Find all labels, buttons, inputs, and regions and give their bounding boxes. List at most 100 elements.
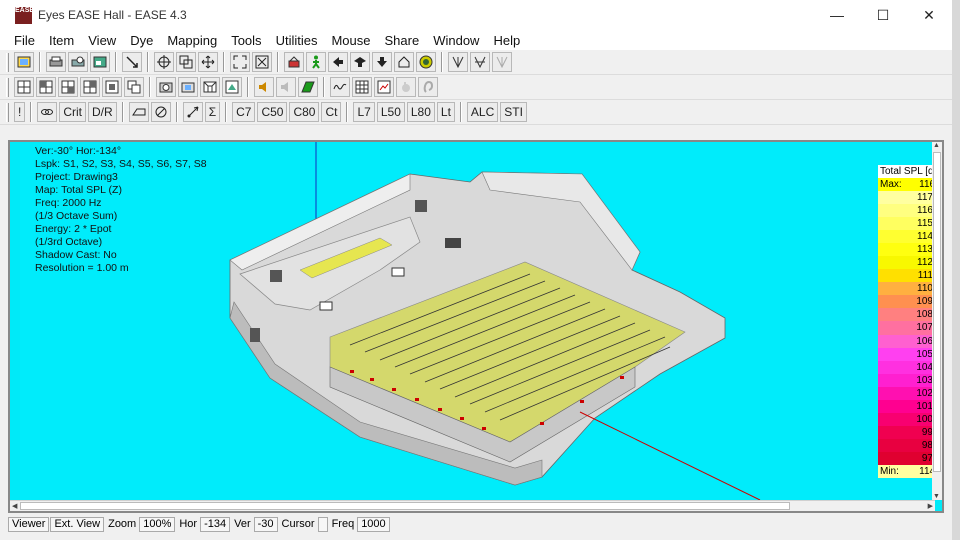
menu-tools[interactable]: Tools bbox=[224, 33, 268, 48]
camera-icon[interactable] bbox=[156, 77, 176, 97]
hand-icon[interactable] bbox=[396, 77, 416, 97]
l80-button[interactable]: L80 bbox=[406, 102, 435, 122]
speaker-s6-icon[interactable] bbox=[250, 328, 260, 342]
horizontal-scroll-thumb[interactable] bbox=[20, 502, 790, 510]
window-view-icon[interactable] bbox=[14, 52, 34, 72]
menu-share[interactable]: Share bbox=[378, 33, 427, 48]
alc-button[interactable]: ALC bbox=[466, 102, 499, 122]
toolbar-grip[interactable] bbox=[6, 52, 9, 72]
viewer-viewport[interactable]: Ver:-30° Hor:-134° Lspk: S1, S2, S3, S4,… bbox=[8, 140, 944, 513]
speaker-s5-icon[interactable] bbox=[270, 270, 282, 282]
disabled-circle-icon[interactable] bbox=[150, 102, 171, 122]
link-icon[interactable] bbox=[37, 102, 58, 122]
ray-disabled-icon[interactable] bbox=[492, 52, 512, 72]
room-view-icon[interactable] bbox=[200, 77, 220, 97]
view-grid-right-icon[interactable] bbox=[58, 77, 78, 97]
c7-button[interactable]: C7 bbox=[232, 102, 256, 122]
menu-item[interactable]: Item bbox=[42, 33, 81, 48]
speaker-s3-icon[interactable] bbox=[391, 267, 405, 277]
menu-mapping[interactable]: Mapping bbox=[160, 33, 224, 48]
ct-button[interactable]: Ct bbox=[321, 102, 342, 122]
view-info-panel: Ver:-30° Hor:-134° Lspk: S1, S2, S3, S4,… bbox=[35, 145, 207, 275]
ray-icon[interactable] bbox=[448, 52, 468, 72]
mapping-grid-icon[interactable] bbox=[352, 77, 372, 97]
speaker-disabled-icon[interactable] bbox=[276, 77, 296, 97]
window-controls: — ☐ ✕ bbox=[814, 0, 952, 30]
menu-view[interactable]: View bbox=[81, 33, 123, 48]
maximize-button[interactable]: ☐ bbox=[860, 0, 906, 30]
scroll-down-icon[interactable]: ▼ bbox=[933, 493, 940, 500]
hat-icon[interactable] bbox=[350, 52, 370, 72]
crit-button[interactable]: Crit bbox=[59, 102, 87, 122]
print-preview-icon[interactable] bbox=[68, 52, 88, 72]
alert-button[interactable]: ! bbox=[14, 102, 26, 122]
export-image-icon[interactable] bbox=[90, 52, 110, 72]
info-shadow-cast: Shadow Cast: No bbox=[35, 249, 117, 261]
arrow-down-icon[interactable] bbox=[372, 52, 392, 72]
vector-icon[interactable] bbox=[182, 102, 203, 122]
toolbar-grip[interactable] bbox=[6, 77, 9, 97]
zoom-fit-icon[interactable] bbox=[252, 52, 272, 72]
toolbar-grip[interactable] bbox=[6, 102, 9, 122]
sound-target-icon[interactable] bbox=[416, 52, 436, 72]
status-viewer[interactable]: Viewer bbox=[8, 516, 50, 532]
audience-icon[interactable] bbox=[284, 52, 304, 72]
render-canvas[interactable]: Ver:-30° Hor:-134° Lspk: S1, S2, S3, S4,… bbox=[20, 142, 942, 500]
menu-window[interactable]: Window bbox=[426, 33, 486, 48]
arrow-left-icon[interactable] bbox=[328, 52, 348, 72]
wave-icon[interactable] bbox=[330, 77, 350, 97]
menu-utilities[interactable]: Utilities bbox=[269, 33, 325, 48]
home-icon[interactable] bbox=[394, 52, 414, 72]
c80-button[interactable]: C80 bbox=[289, 102, 320, 122]
status-bar: Viewer Ext. View Zoom 100% Hor -134 Ver … bbox=[8, 516, 391, 532]
menu-dye[interactable]: Dye bbox=[123, 33, 160, 48]
zoom-extents-icon[interactable] bbox=[230, 52, 250, 72]
minimize-button[interactable]: — bbox=[814, 0, 860, 30]
ear-icon[interactable] bbox=[418, 77, 438, 97]
status-ver-label: Ver bbox=[234, 517, 251, 530]
scroll-right-icon[interactable]: ▶ bbox=[928, 502, 933, 510]
speaker-s4-icon[interactable] bbox=[319, 301, 333, 311]
view-grid-top-icon[interactable] bbox=[80, 77, 100, 97]
menu-bar: File Item View Dye Mapping Tools Utiliti… bbox=[0, 30, 952, 50]
speaker-icon[interactable] bbox=[254, 77, 274, 97]
desktop-edge bbox=[952, 0, 960, 540]
horizontal-scrollbar[interactable]: ◀ ▶ bbox=[10, 500, 935, 511]
walk-icon[interactable] bbox=[306, 52, 326, 72]
scroll-left-icon[interactable]: ◀ bbox=[12, 502, 17, 510]
speaker-s1-icon[interactable] bbox=[415, 200, 427, 212]
sti-button[interactable]: STI bbox=[500, 102, 527, 122]
view-grid-left-icon[interactable] bbox=[36, 77, 56, 97]
dr-button[interactable]: D/R bbox=[88, 102, 117, 122]
status-ext-view[interactable]: Ext. View bbox=[50, 516, 105, 532]
view-single-icon[interactable] bbox=[102, 77, 122, 97]
vertical-scrollbar[interactable]: ▲ ▼ bbox=[932, 142, 942, 500]
print-icon[interactable] bbox=[46, 52, 66, 72]
info-angles: Ver:-30° Hor:-134° bbox=[35, 145, 122, 157]
area-map-icon[interactable] bbox=[298, 77, 318, 97]
ray-trace-icon[interactable] bbox=[470, 52, 490, 72]
vertical-scroll-thumb[interactable] bbox=[933, 152, 941, 472]
pointer-tool-icon[interactable] bbox=[122, 52, 142, 72]
pan-icon[interactable] bbox=[198, 52, 218, 72]
zoom-window-icon[interactable] bbox=[176, 52, 196, 72]
menu-mouse[interactable]: Mouse bbox=[324, 33, 377, 48]
map-view-icon[interactable] bbox=[374, 77, 394, 97]
view-grid-icon[interactable] bbox=[14, 77, 34, 97]
scroll-up-icon[interactable]: ▲ bbox=[933, 142, 940, 149]
hall-icon[interactable] bbox=[128, 102, 149, 122]
lt-button[interactable]: Lt bbox=[436, 102, 455, 122]
menu-help[interactable]: Help bbox=[486, 33, 527, 48]
render-view-icon[interactable] bbox=[222, 77, 242, 97]
l50-button[interactable]: L50 bbox=[376, 102, 405, 122]
sum-button[interactable]: Σ bbox=[204, 102, 221, 122]
camera-3d-icon[interactable] bbox=[178, 77, 198, 97]
menu-file[interactable]: File bbox=[7, 33, 42, 48]
view-cascade-icon[interactable] bbox=[124, 77, 144, 97]
l7-button[interactable]: L7 bbox=[353, 102, 375, 122]
speaker-s2-icon[interactable] bbox=[445, 238, 461, 248]
c50-button[interactable]: C50 bbox=[257, 102, 288, 122]
close-button[interactable]: ✕ bbox=[906, 0, 952, 30]
crosshair-icon[interactable] bbox=[154, 52, 174, 72]
info-loudspeakers: Lspk: S1, S2, S3, S4, S5, S6, S7, S8 bbox=[35, 158, 207, 170]
